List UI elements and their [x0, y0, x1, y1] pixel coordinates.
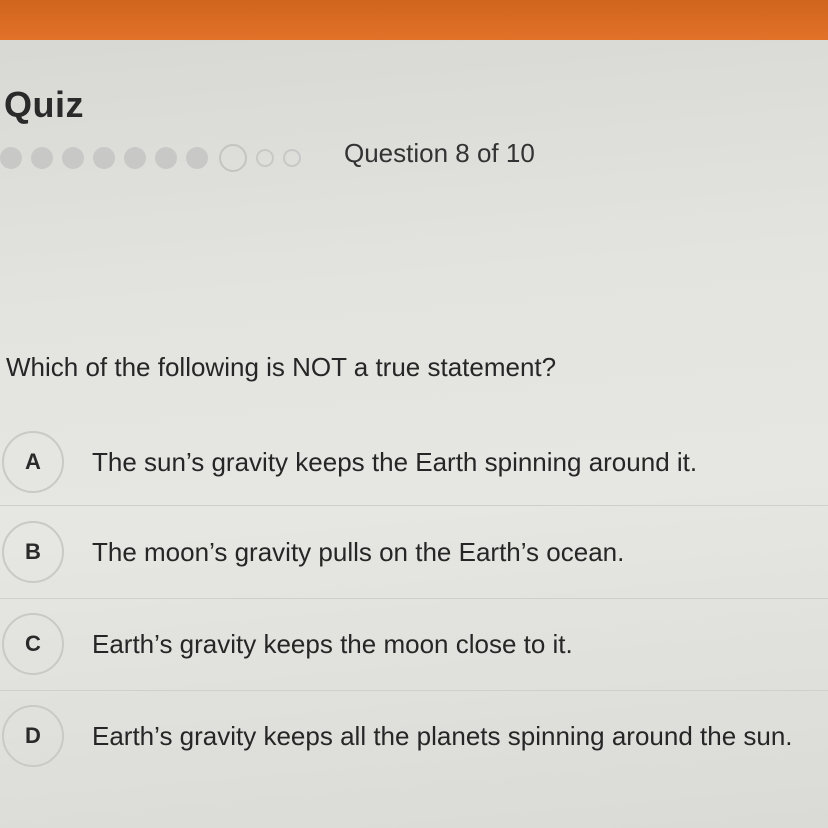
- question-text: Which of the following is NOT a true sta…: [6, 352, 557, 382]
- quiz-page: Quiz Question 8 of 10 Which of the follo…: [0, 0, 828, 828]
- progress-dot-upcoming: [256, 149, 274, 167]
- page-title: Quiz: [4, 84, 84, 125]
- progress-dot-completed: [31, 147, 53, 169]
- progress-dot-completed: [186, 147, 208, 169]
- option-letter-badge: C: [2, 613, 64, 675]
- answer-option-a[interactable]: A The sun’s gravity keeps the Earth spin…: [0, 430, 828, 494]
- question-progress-indicator: [0, 140, 310, 176]
- top-bar: [0, 0, 828, 40]
- option-text: The sun’s gravity keeps the Earth spinni…: [92, 446, 698, 477]
- progress-dot-upcoming: [283, 149, 301, 167]
- option-letter-badge: B: [2, 521, 64, 583]
- option-text: Earth’s gravity keeps all the planets sp…: [92, 720, 793, 751]
- option-letter-badge: D: [2, 705, 64, 767]
- option-text: Earth’s gravity keeps the moon close to …: [92, 628, 573, 659]
- option-text: The moon’s gravity pulls on the Earth’s …: [92, 536, 625, 567]
- option-letter-badge: A: [2, 431, 64, 493]
- question-count: Question 8 of 10: [344, 138, 535, 168]
- divider: [0, 598, 828, 599]
- progress-dot-completed: [124, 147, 146, 169]
- answer-option-b[interactable]: B The moon’s gravity pulls on the Earth’…: [0, 520, 828, 584]
- divider: [0, 690, 828, 691]
- progress-dot-completed: [93, 147, 115, 169]
- divider: [0, 505, 828, 506]
- progress-dot-completed: [0, 147, 22, 169]
- answer-option-d[interactable]: D Earth’s gravity keeps all the planets …: [0, 704, 828, 768]
- progress-dot-completed: [62, 147, 84, 169]
- progress-dot-completed: [155, 147, 177, 169]
- progress-dot-current: [219, 144, 247, 172]
- answer-option-c[interactable]: C Earth’s gravity keeps the moon close t…: [0, 612, 828, 676]
